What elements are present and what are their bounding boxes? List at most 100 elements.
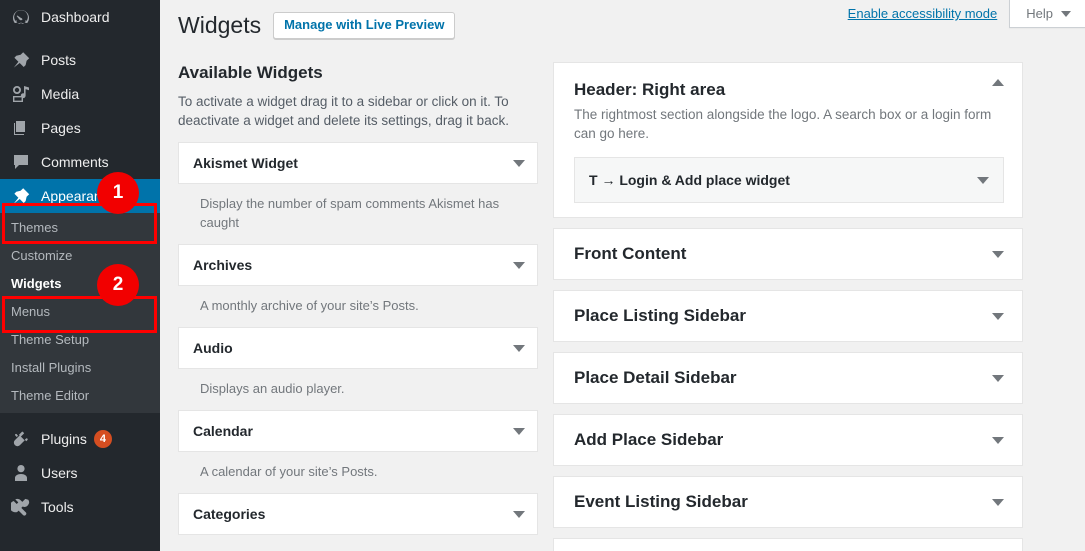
help-tab-button[interactable]: Help [1009, 0, 1085, 28]
chevron-down-icon[interactable] [992, 498, 1004, 506]
sidebar-panel-header[interactable]: Header: Right area [554, 63, 1022, 101]
sidebar-item-tools[interactable]: Tools [0, 490, 160, 524]
widget-header[interactable]: Categories [179, 494, 537, 534]
chevron-down-icon[interactable] [977, 176, 989, 184]
sidebar-panel-title: Add Place Sidebar [574, 430, 724, 449]
sidebar-item-media[interactable]: Media [0, 77, 160, 111]
screen-meta-links: Enable accessibility mode Help [848, 0, 1085, 30]
sidebar-item-pages[interactable]: Pages [0, 111, 160, 145]
widgets-columns: Available Widgets To activate a widget d… [160, 62, 1085, 551]
sidebar-item-label: Dashboard [41, 9, 110, 25]
available-widget[interactable]: Categories [178, 493, 538, 535]
dashboard-icon [12, 9, 29, 24]
submenu-item-menus[interactable]: Menus [0, 298, 160, 326]
widget-title: Archives [193, 257, 253, 273]
sidebar-panel-header[interactable]: Add Place Sidebar [554, 415, 1022, 465]
sidebar-panel-header[interactable]: Event Listing Sidebar [554, 477, 1022, 527]
submenu-item-theme-setup[interactable]: Theme Setup [0, 326, 160, 354]
submenu-item-theme-editor[interactable]: Theme Editor [0, 382, 160, 410]
sidebar-panel-place-detail-sidebar: Place Detail Sidebar [553, 352, 1023, 404]
available-widget[interactable]: Calendar [178, 410, 538, 452]
sidebar-item-label: Users [41, 465, 78, 481]
chevron-down-icon[interactable] [992, 312, 1004, 320]
sidebar-panel-title: Front Content [574, 244, 687, 263]
widget-header[interactable]: Calendar [179, 411, 537, 451]
sidebar-item-users[interactable]: Users [0, 456, 160, 490]
widget-description: A calendar of your site’s Posts. [200, 464, 378, 479]
submenu-item-customize[interactable]: Customize [0, 242, 160, 270]
sidebar-panel-header[interactable]: Place Detail Sidebar [554, 353, 1022, 403]
chevron-down-icon[interactable] [992, 374, 1004, 382]
sidebar-panel-title: Event Listing Sidebar [574, 492, 748, 511]
sidebar-panel-title: Header: Right area [574, 80, 726, 99]
users-icon [15, 465, 27, 481]
annotation-badge-2: 2 [97, 264, 139, 306]
widget-description: Displays an audio player. [200, 381, 345, 396]
available-widgets-column: Available Widgets To activate a widget d… [178, 62, 538, 551]
widget-header[interactable]: Archives [179, 245, 537, 285]
available-widgets-title: Available Widgets [178, 63, 323, 82]
wp-admin-screen: Dashboard Posts Media Pages Comments App… [0, 0, 1085, 551]
plugins-icon [13, 431, 28, 447]
chevron-down-icon[interactable] [992, 436, 1004, 444]
sidebar-item-plugins[interactable]: Plugins 4 [0, 422, 160, 456]
sidebar-item-label: Media [41, 86, 80, 102]
chevron-up-icon[interactable] [992, 79, 1004, 86]
chevron-down-icon[interactable] [992, 250, 1004, 258]
appearance-icon [13, 188, 30, 204]
plugins-update-badge: 4 [93, 430, 112, 448]
sidebar-item-label: Posts [41, 52, 77, 68]
available-widget[interactable]: Akismet Widget [178, 142, 538, 184]
sidebar-item-label: Tools [41, 499, 74, 515]
comment-icon [14, 155, 28, 169]
sidebar-panel-title: Place Listing Sidebar [574, 306, 746, 325]
sidebar-item-label: Comments [41, 154, 109, 170]
main-content-area: Enable accessibility mode Help Widgets M… [160, 0, 1085, 551]
available-widget[interactable]: Audio [178, 327, 538, 369]
manage-with-live-preview-button[interactable]: Manage with Live Preview [273, 12, 456, 39]
available-widgets-description: To activate a widget drag it to a sideba… [178, 94, 509, 128]
menu-separator [0, 413, 160, 422]
enable-accessibility-mode-link[interactable]: Enable accessibility mode [848, 0, 998, 28]
sidebar-panel-header[interactable]: Event Detail Sidebar [554, 539, 1022, 551]
sidebar-panel-header[interactable]: Place Listing Sidebar [554, 291, 1022, 341]
sidebar-panel-header[interactable]: Front Content [554, 229, 1022, 279]
sidebar-panel-event-listing-sidebar: Event Listing Sidebar [553, 476, 1023, 528]
pages-icon [14, 121, 25, 135]
widget-title: Calendar [193, 423, 253, 439]
media-icon [13, 86, 29, 102]
widget-title: Akismet Widget [193, 155, 298, 171]
widget-header[interactable]: Akismet Widget [179, 143, 537, 183]
chevron-down-icon[interactable] [513, 427, 525, 435]
sidebar-item-label: Plugins [41, 431, 87, 447]
widget-header[interactable]: Audio [179, 328, 537, 368]
sidebar-item-comments[interactable]: Comments [0, 145, 160, 179]
assigned-widget-title: T → Login & Add place widget [589, 172, 790, 188]
widget-title: Audio [193, 340, 233, 356]
sidebar-item-dashboard[interactable]: Dashboard [0, 0, 160, 34]
chevron-down-icon[interactable] [513, 344, 525, 352]
sidebar-item-label: Pages [41, 120, 81, 136]
widget-title: Categories [193, 506, 266, 522]
annotation-badge-1: 1 [97, 172, 139, 214]
submenu-item-install-plugins[interactable]: Install Plugins [0, 354, 160, 382]
pin-icon [13, 52, 30, 68]
chevron-down-icon[interactable] [513, 159, 525, 167]
submenu-item-themes[interactable]: Themes [0, 214, 160, 242]
chevron-down-icon [1061, 10, 1071, 17]
sidebar-panel-place-listing-sidebar: Place Listing Sidebar [553, 290, 1023, 342]
sidebar-panel-description: The rightmost section alongside the logo… [574, 107, 992, 141]
sidebar-panel-title: Place Detail Sidebar [574, 368, 737, 387]
appearance-submenu: Themes Customize Widgets Menus Theme Set… [0, 213, 160, 413]
sidebar-item-posts[interactable]: Posts [0, 43, 160, 77]
chevron-down-icon[interactable] [513, 510, 525, 518]
sidebars-column: Header: Right area The rightmost section… [553, 62, 1023, 551]
tools-icon [11, 498, 30, 516]
available-widget[interactable]: Archives [178, 244, 538, 286]
widget-description: Display the number of spam comments Akis… [200, 196, 500, 230]
sidebar-panel-header-right-area: Header: Right area The rightmost section… [553, 62, 1023, 218]
chevron-down-icon[interactable] [513, 261, 525, 269]
sidebar-panel-front-content: Front Content [553, 228, 1023, 280]
sidebar-panel-event-detail-sidebar: Event Detail Sidebar [553, 538, 1023, 551]
assigned-widget[interactable]: T → Login & Add place widget [574, 157, 1004, 203]
